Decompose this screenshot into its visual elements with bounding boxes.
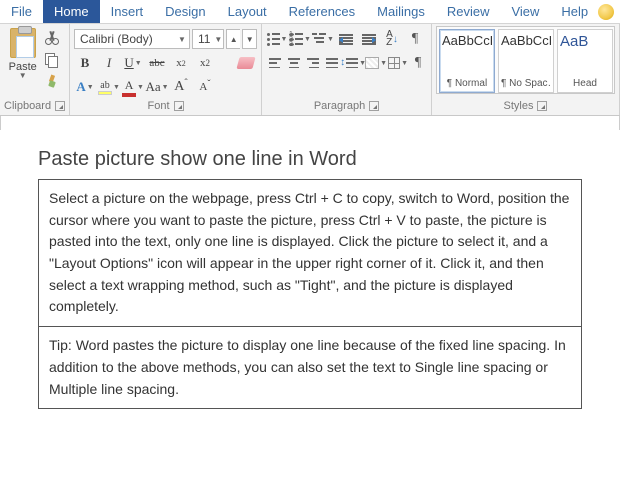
tell-me-button[interactable] <box>592 0 620 23</box>
copy-icon <box>45 53 59 67</box>
multilevel-list-icon <box>312 33 326 45</box>
align-center-button[interactable] <box>285 53 303 73</box>
underline-button[interactable]: U▼ <box>122 53 144 73</box>
grow-font-button[interactable]: Aˆ <box>170 77 192 97</box>
bullets-icon <box>267 33 280 46</box>
borders-button[interactable]: ▼ <box>388 53 408 73</box>
ribbon-tabstrip: File Home Insert Design Layout Reference… <box>0 0 620 24</box>
brush-icon <box>45 75 59 89</box>
tab-home[interactable]: Home <box>43 0 100 23</box>
chevron-down-icon: ▼ <box>174 35 186 44</box>
numbering-icon: 1 2 3 <box>289 33 303 46</box>
bullets-button[interactable]: ▼ <box>266 29 288 49</box>
increase-indent-icon <box>362 34 376 44</box>
tab-references[interactable]: References <box>278 0 366 23</box>
font-color-swatch <box>122 93 136 97</box>
document-table: Select a picture on the webpage, press C… <box>38 179 582 409</box>
group-styles: AaBbCcDd ¶ Normal AaBbCcDd ¶ No Spac… Aa… <box>432 24 620 115</box>
justify-icon <box>326 58 338 68</box>
align-right-icon <box>307 58 319 68</box>
group-font: Calibri (Body) ▼ 11 ▼ ▲ ▼ B I U▼ abc x2 … <box>70 24 262 115</box>
show-marks-button-2[interactable]: ¶ <box>409 53 427 73</box>
tab-design[interactable]: Design <box>154 0 216 23</box>
shading-icon <box>365 57 379 69</box>
document-area[interactable]: Paste picture show one line in Word Sele… <box>0 116 620 409</box>
clear-formatting-button[interactable] <box>235 53 257 73</box>
group-label-styles: Styles <box>504 100 534 112</box>
styles-dialog-launcher[interactable] <box>537 101 547 111</box>
align-center-icon <box>288 58 300 68</box>
justify-button[interactable] <box>323 53 341 73</box>
font-size-down-button[interactable]: ▼ <box>242 29 257 49</box>
ribbon: Paste ▼ Clipboard <box>0 24 620 116</box>
style-normal[interactable]: AaBbCcDd ¶ Normal <box>439 29 495 93</box>
group-label-clipboard: Clipboard <box>4 100 51 112</box>
lightbulb-icon <box>598 4 614 20</box>
pilcrow-icon: ¶ <box>412 31 418 47</box>
sort-button[interactable]: AZ ↓ <box>381 29 403 49</box>
styles-gallery[interactable]: AaBbCcDd ¶ Normal AaBbCcDd ¶ No Spac… Aa… <box>436 26 615 94</box>
tab-help[interactable]: Help <box>550 0 592 23</box>
paste-icon <box>10 28 36 58</box>
format-painter-button[interactable] <box>41 72 63 92</box>
tab-file[interactable]: File <box>0 0 43 23</box>
tab-mailings[interactable]: Mailings <box>366 0 436 23</box>
font-size-up-button[interactable]: ▲ <box>226 29 240 49</box>
strikethrough-button[interactable]: abc <box>146 53 168 73</box>
shrink-font-button[interactable]: Aˇ <box>194 77 216 97</box>
pilcrow-icon: ¶ <box>415 55 421 71</box>
line-spacing-button[interactable]: ↕ ▼ <box>342 53 364 73</box>
group-label-paragraph: Paragraph <box>314 100 365 112</box>
eraser-icon <box>236 57 255 69</box>
tab-view[interactable]: View <box>500 0 550 23</box>
tab-layout[interactable]: Layout <box>217 0 278 23</box>
copy-button[interactable] <box>41 50 63 70</box>
sort-icon: AZ <box>386 31 393 47</box>
decrease-indent-button[interactable] <box>335 29 357 49</box>
document-heading: Paste picture show one line in Word <box>38 148 582 171</box>
chevron-down-icon: ▼ <box>210 35 222 44</box>
font-color-button[interactable]: A ▼ <box>122 77 144 97</box>
paragraph-dialog-launcher[interactable] <box>369 101 379 111</box>
tab-insert[interactable]: Insert <box>100 0 155 23</box>
group-paragraph: ▼ 1 2 3 ▼ ▼ <box>262 24 432 115</box>
decrease-indent-icon <box>339 34 353 44</box>
font-name-value: Calibri (Body) <box>80 32 153 46</box>
text-effects-button[interactable]: A▼ <box>74 77 96 97</box>
italic-button[interactable]: I <box>98 53 120 73</box>
highlight-color-swatch <box>98 91 112 95</box>
align-left-button[interactable] <box>266 53 284 73</box>
scissors-icon <box>45 31 59 45</box>
align-left-icon <box>269 58 281 68</box>
clipboard-dialog-launcher[interactable] <box>55 101 65 111</box>
page-edge-top <box>0 116 620 130</box>
change-case-button[interactable]: Aa▼ <box>146 77 168 97</box>
borders-icon <box>388 57 400 69</box>
style-no-spacing[interactable]: AaBbCcDd ¶ No Spac… <box>498 29 554 93</box>
group-label-font: Font <box>147 100 169 112</box>
font-name-combo[interactable]: Calibri (Body) ▼ <box>74 29 190 49</box>
tab-review[interactable]: Review <box>436 0 501 23</box>
chevron-down-icon: ▼ <box>19 73 27 79</box>
font-dialog-launcher[interactable] <box>174 101 184 111</box>
table-row: Select a picture on the webpage, press C… <box>39 180 581 327</box>
style-heading[interactable]: AaB Head <box>557 29 613 93</box>
increase-indent-button[interactable] <box>358 29 380 49</box>
shading-button[interactable]: ▼ <box>365 53 387 73</box>
bold-button[interactable]: B <box>74 53 96 73</box>
superscript-button[interactable]: x2 <box>194 53 216 73</box>
show-marks-button[interactable]: ¶ <box>404 29 426 49</box>
numbering-button[interactable]: 1 2 3 ▼ <box>289 29 311 49</box>
highlight-button[interactable]: ab ▼ <box>98 77 120 97</box>
cut-button[interactable] <box>41 28 63 48</box>
paste-button[interactable]: Paste ▼ <box>4 26 41 98</box>
group-clipboard: Paste ▼ Clipboard <box>0 24 70 115</box>
font-size-combo[interactable]: 11 ▼ <box>192 29 224 49</box>
table-row: Tip: Word pastes the picture to display … <box>39 327 581 408</box>
font-size-value: 11 <box>198 32 210 46</box>
multilevel-list-button[interactable]: ▼ <box>312 29 334 49</box>
subscript-button[interactable]: x2 <box>170 53 192 73</box>
line-spacing-icon <box>346 58 358 68</box>
align-right-button[interactable] <box>304 53 322 73</box>
